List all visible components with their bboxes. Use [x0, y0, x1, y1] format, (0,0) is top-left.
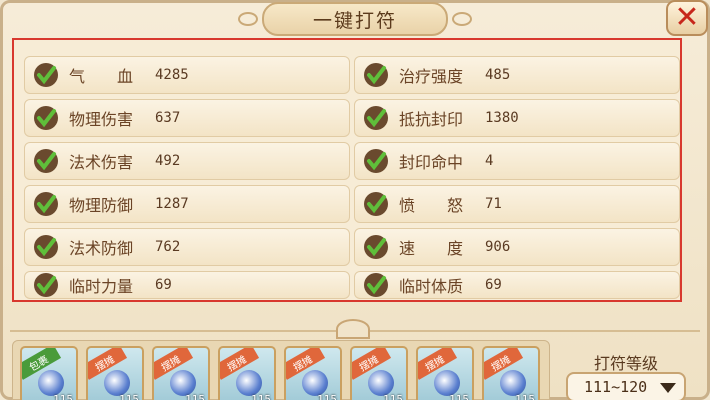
stat-row-temp-strength[interactable]: 临时力量 69 — [24, 271, 350, 299]
check-icon[interactable] — [363, 105, 389, 131]
stat-value: 69 — [485, 277, 502, 293]
talisman-card[interactable]: 摆摊 115 — [218, 346, 276, 400]
stat-value: 4285 — [155, 67, 189, 83]
stat-value: 637 — [155, 110, 181, 126]
stat-value: 762 — [155, 239, 181, 255]
stat-row-temp-constitution[interactable]: 临时体质 69 — [354, 271, 680, 299]
stat-label: 愤 怒 — [399, 196, 464, 215]
check-icon[interactable] — [33, 105, 59, 131]
stat-row-seal-resistance[interactable]: 抵抗封印 1380 — [354, 99, 680, 137]
dialog-title: 一键打符 — [262, 2, 448, 36]
talisman-card[interactable]: 摆摊 115 — [86, 346, 144, 400]
stat-label: 封印命中 — [399, 153, 464, 172]
stat-label: 治疗强度 — [399, 67, 464, 86]
check-icon[interactable] — [363, 62, 389, 88]
card-level: 115 — [251, 393, 271, 400]
talisman-card[interactable]: 摆摊 115 — [416, 346, 474, 400]
stat-row-physical-damage[interactable]: 物理伤害 637 — [24, 99, 350, 137]
card-level: 115 — [449, 393, 469, 400]
stat-row-rage[interactable]: 愤 怒 71 — [354, 185, 680, 223]
talisman-card[interactable]: 摆摊 115 — [284, 346, 342, 400]
level-filter-title: 打符等级 — [593, 354, 658, 373]
check-icon[interactable] — [363, 272, 389, 298]
cloud-ornament-left — [238, 12, 258, 26]
talisman-card[interactable]: 摆摊 115 — [350, 346, 408, 400]
stat-label: 临时体质 — [399, 277, 464, 296]
stat-value: 1380 — [485, 110, 519, 126]
check-icon[interactable] — [363, 234, 389, 260]
card-level: 115 — [185, 393, 205, 400]
stat-value: 1287 — [155, 196, 189, 212]
stat-label: 临时力量 — [69, 277, 134, 296]
chevron-down-icon — [660, 383, 676, 393]
check-icon[interactable] — [33, 148, 59, 174]
check-icon[interactable] — [363, 148, 389, 174]
stat-label: 速 度 — [399, 239, 464, 258]
stat-row-physical-defense[interactable]: 物理防御 1287 — [24, 185, 350, 223]
stat-value: 71 — [485, 196, 502, 212]
stat-value: 485 — [485, 67, 511, 83]
talisman-card[interactable]: 摆摊 115 — [152, 346, 210, 400]
stat-row-hp[interactable]: 气 血 4285 — [24, 56, 350, 94]
stat-value: 4 — [485, 153, 494, 169]
card-level: 115 — [119, 393, 139, 400]
card-level: 115 — [53, 393, 73, 400]
talisman-card[interactable]: 摆摊 115 — [482, 346, 540, 400]
cloud-ornament-right — [452, 12, 472, 26]
check-icon[interactable] — [33, 234, 59, 260]
stat-label: 气 血 — [69, 67, 134, 86]
stat-row-magic-defense[interactable]: 法术防御 762 — [24, 228, 350, 266]
stat-label: 法术防御 — [69, 239, 134, 258]
level-filter-dropdown[interactable]: 111~120 — [566, 372, 686, 400]
card-level: 115 — [515, 393, 535, 400]
stat-row-speed[interactable]: 速 度 906 — [354, 228, 680, 266]
close-button[interactable]: ✕ — [666, 0, 708, 36]
talisman-card[interactable]: 包裹 115 — [20, 346, 78, 400]
stat-value: 69 — [155, 277, 172, 293]
stat-row-seal-hit[interactable]: 封印命中 4 — [354, 142, 680, 180]
check-icon[interactable] — [33, 191, 59, 217]
divider-ornament — [336, 319, 370, 339]
check-icon[interactable] — [363, 191, 389, 217]
stat-row-magic-damage[interactable]: 法术伤害 492 — [24, 142, 350, 180]
level-filter-value: 111~120 — [584, 378, 648, 396]
stat-label: 法术伤害 — [69, 153, 134, 172]
stat-label: 抵抗封印 — [399, 110, 464, 129]
card-level: 115 — [383, 393, 403, 400]
card-level: 115 — [317, 393, 337, 400]
stat-label: 物理防御 — [69, 196, 134, 215]
stat-label: 物理伤害 — [69, 110, 134, 129]
check-icon[interactable] — [33, 272, 59, 298]
stat-row-healing-power[interactable]: 治疗强度 485 — [354, 56, 680, 94]
close-icon: ✕ — [674, 0, 700, 35]
stat-value: 492 — [155, 153, 181, 169]
stat-value: 906 — [485, 239, 511, 255]
check-icon[interactable] — [33, 62, 59, 88]
